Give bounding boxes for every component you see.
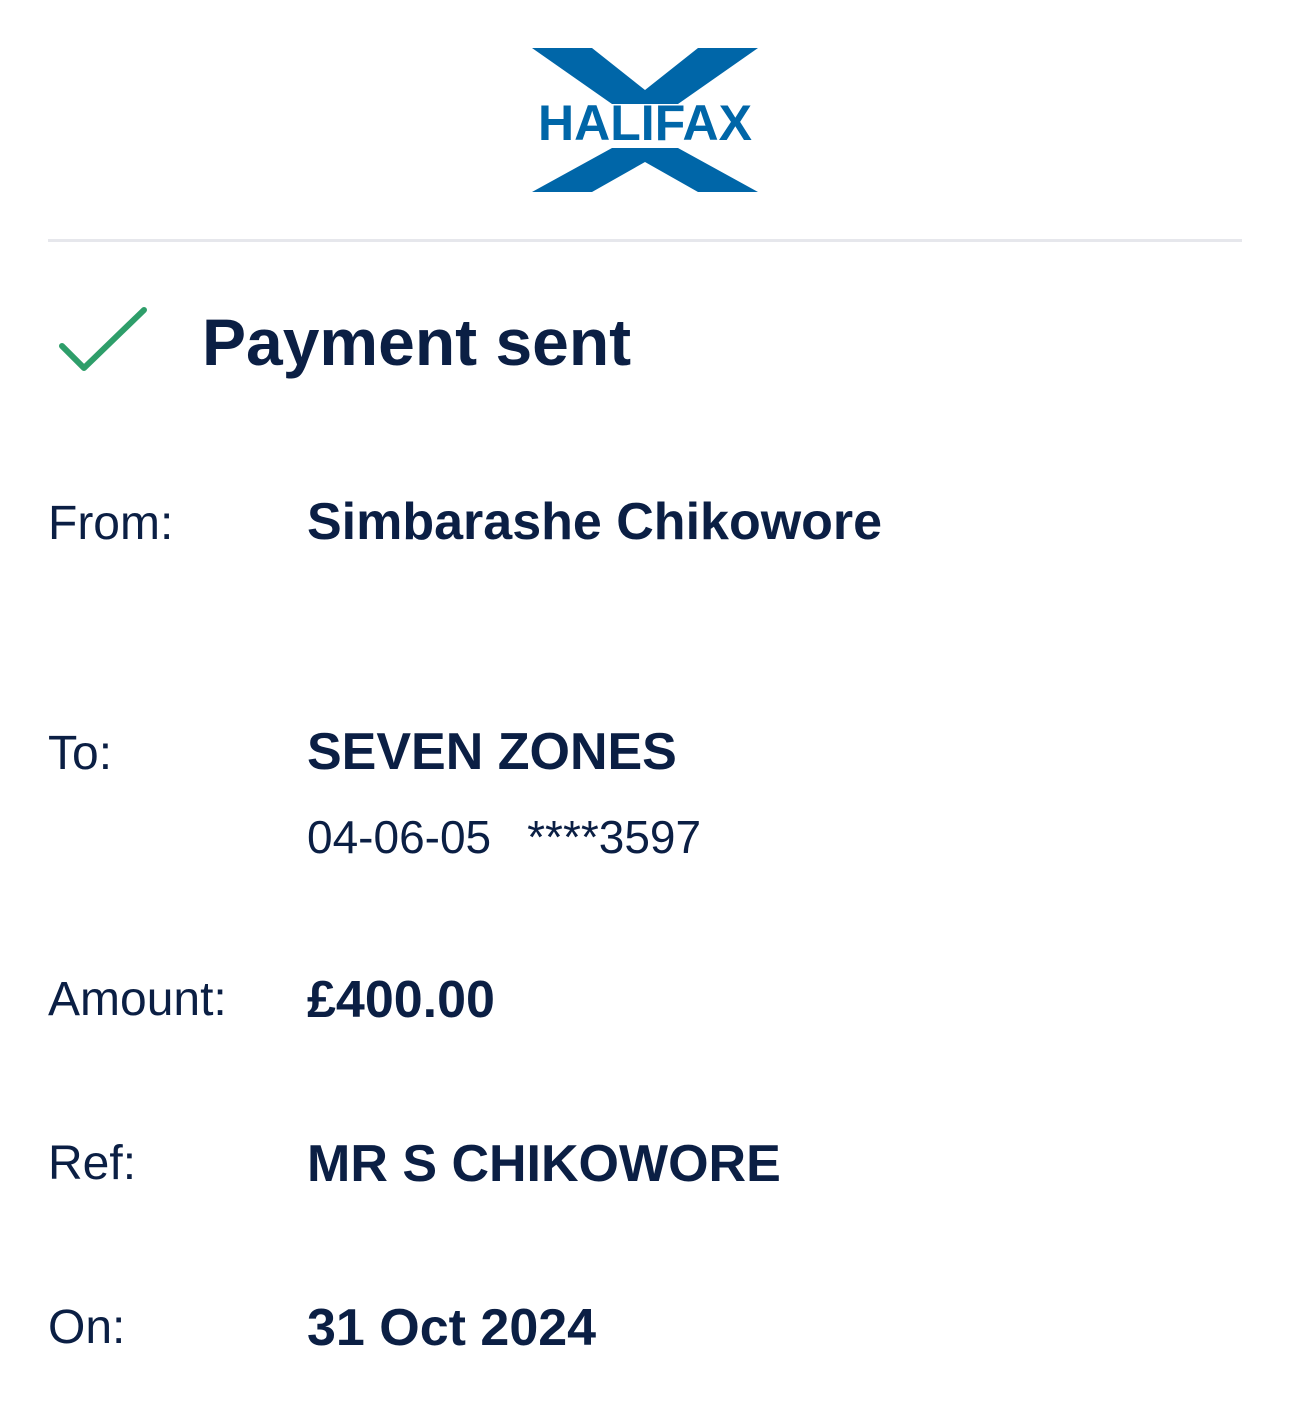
to-value: SEVEN ZONES — [307, 723, 677, 781]
from-label: From: — [48, 497, 174, 550]
halifax-logo: HALIFAX — [532, 46, 758, 194]
check-icon — [59, 307, 147, 371]
status-title: Payment sent — [202, 305, 632, 379]
amount-value: £400.00 — [307, 971, 495, 1029]
account-number: ****3597 — [527, 811, 702, 863]
status-row: Payment sent — [48, 290, 1242, 390]
date-label: On: — [48, 1301, 126, 1354]
from-value: Simbarashe Chikowore — [307, 493, 883, 551]
ref-label: Ref: — [48, 1137, 137, 1190]
logo-wordmark: HALIFAX — [538, 95, 752, 151]
sort-code: 04-06-05 — [307, 811, 492, 863]
to-account-details: 04-06-05 ****3597 — [307, 810, 701, 864]
ref-value: MR S CHIKOWORE — [307, 1135, 781, 1193]
halifax-logo-mark: HALIFAX — [532, 48, 758, 192]
date-value: 31 Oct 2024 — [307, 1299, 597, 1357]
header-divider — [48, 239, 1242, 242]
amount-label: Amount: — [48, 973, 227, 1026]
to-label: To: — [48, 727, 113, 780]
